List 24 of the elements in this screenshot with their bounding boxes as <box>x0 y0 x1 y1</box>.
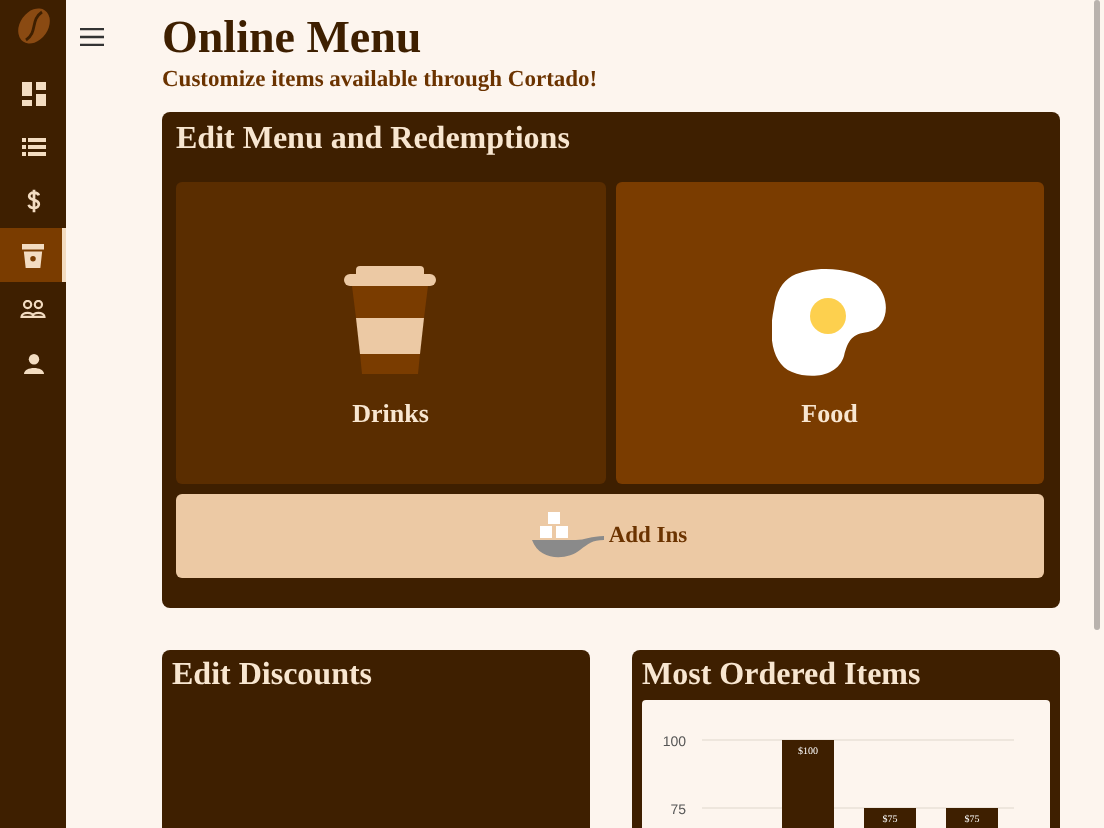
nav-item[interactable] <box>0 228 66 282</box>
menu-icon[interactable] <box>80 28 104 46</box>
add-ins-button[interactable]: Add Ins <box>176 494 1044 579</box>
coffee-bean-icon <box>13 6 53 46</box>
coffee-cup-icon <box>344 266 437 379</box>
category-tile[interactable]: Drinks <box>176 182 605 485</box>
page-subtitle: Customize items available through Cortado! <box>162 68 600 93</box>
dashboard-icon <box>21 81 45 105</box>
people-icon <box>20 300 46 318</box>
panel-title: Most Ordered Items <box>642 656 923 695</box>
panel-title: Edit Menu and Redemptions <box>176 120 572 159</box>
list-icon <box>21 138 45 156</box>
chart-bar <box>946 808 998 828</box>
scrollbar[interactable] <box>1094 0 1100 630</box>
category-tile[interactable]: Food <box>615 182 1044 485</box>
dollar-icon <box>25 188 41 214</box>
sugar-spoon-icon <box>532 512 605 561</box>
cup-icon <box>22 243 44 267</box>
fried-egg-icon <box>771 267 888 378</box>
chart-bar <box>864 808 916 828</box>
chart-bar <box>782 740 834 828</box>
panel-title: Edit Discounts <box>172 656 375 695</box>
page-title: Online Menu <box>162 12 424 63</box>
person-icon <box>23 353 43 373</box>
